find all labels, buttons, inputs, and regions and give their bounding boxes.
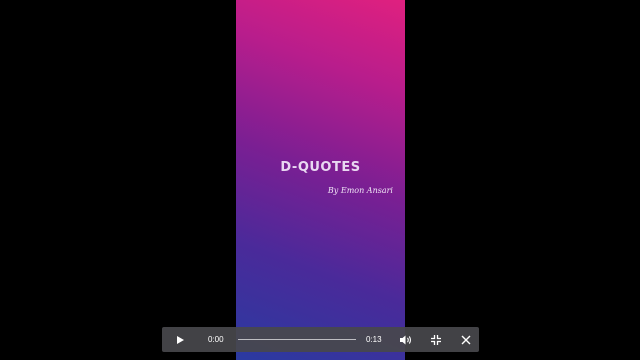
video-byline: By Emon Ansari xyxy=(327,186,393,195)
duration-time: 0:13 xyxy=(366,335,382,344)
play-button[interactable] xyxy=(168,327,192,352)
video-title: D-QUOTES xyxy=(280,160,361,175)
close-button[interactable] xyxy=(454,327,478,352)
volume-button[interactable] xyxy=(394,327,418,352)
video-frame[interactable]: D-QUOTES By Emon Ansari xyxy=(236,0,405,360)
volume-icon xyxy=(400,335,411,344)
video-stage: D-QUOTES By Emon Ansari 0:00 0:13 xyxy=(0,0,640,360)
play-icon xyxy=(177,335,184,344)
exit-fullscreen-icon xyxy=(431,334,441,345)
close-icon xyxy=(461,335,471,344)
seek-track xyxy=(238,338,356,340)
media-controls-bar: 0:00 0:13 xyxy=(162,327,479,352)
exit-fullscreen-button[interactable] xyxy=(424,327,448,352)
current-time: 0:00 xyxy=(208,335,224,344)
seek-slider[interactable] xyxy=(238,335,356,345)
